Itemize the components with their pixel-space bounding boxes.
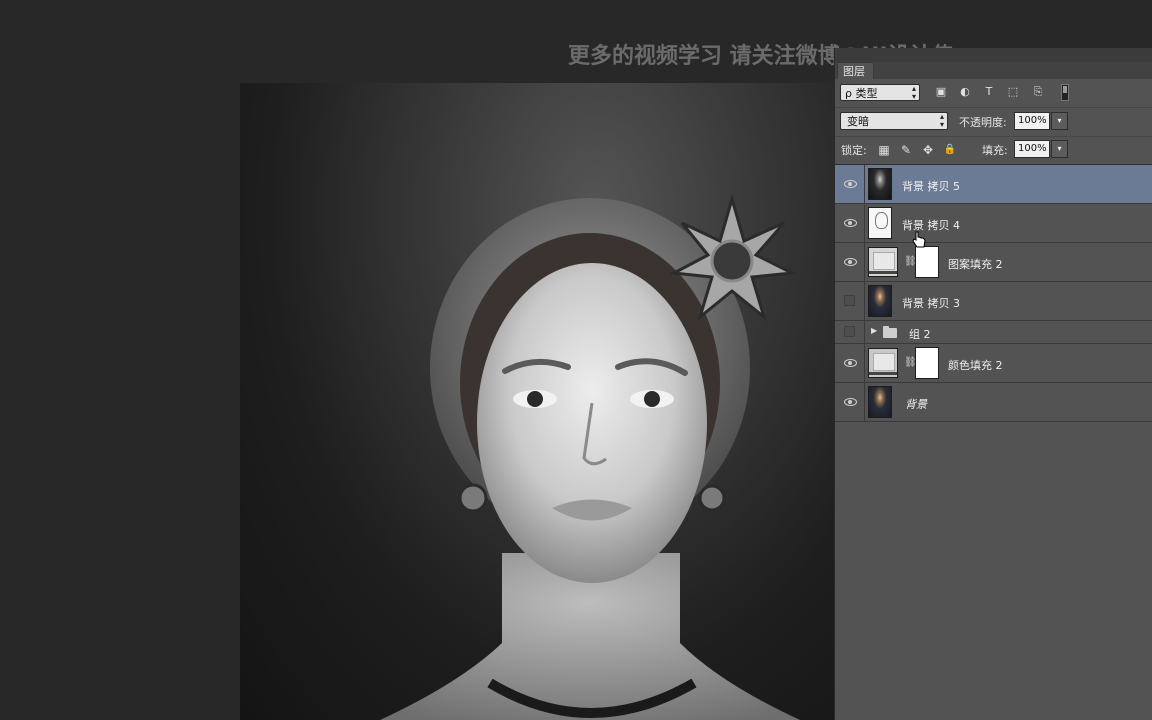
layer-row[interactable]: 背景 拷贝 5 [835,165,1152,204]
layer-name: 背景 拷贝 5 [902,180,960,193]
visibility-off-icon[interactable] [844,326,855,337]
lock-row: 锁定: ▦ ✎ ✥ 🔒 填充: 100% ▾ [835,136,1152,165]
layer-mask-thumbnail[interactable] [915,347,939,379]
opacity-dropdown-icon[interactable]: ▾ [1051,112,1068,130]
visibility-cell[interactable] [835,344,865,382]
visibility-cell[interactable] [835,321,865,343]
lock-label: 锁定: [841,144,867,157]
layer-thumbnail [868,168,892,200]
filter-kind-label: ρ 类型 [845,87,878,100]
lock-transparent-icon[interactable]: ▦ [877,143,891,157]
select-arrows-icon: ▴ ▾ [911,84,916,101]
opacity-input[interactable]: 100% [1014,112,1050,130]
eye-icon[interactable] [844,219,857,227]
eye-icon[interactable] [844,398,857,406]
visibility-cell[interactable] [835,204,865,242]
filter-kind-select[interactable]: ρ 类型 ▴ ▾ [840,84,920,101]
expand-arrow-icon[interactable]: ▶ [871,326,877,335]
blend-mode-select[interactable]: 变暗 ▴ ▾ [840,112,948,130]
layer-thumbnail [868,386,892,418]
visibility-cell[interactable] [835,383,865,421]
link-icon[interactable]: ⛓ [904,255,917,269]
smart-object-filter-icon[interactable]: ⎘ [1031,85,1045,99]
layer-name: 背景 拷贝 3 [902,297,960,310]
fill-label: 填充: [982,144,1008,157]
portrait-illustration [380,193,800,720]
layer-row[interactable]: ⛓ 颜色填充 2 [835,344,1152,383]
blend-mode-value: 变暗 [847,115,869,128]
fill-input[interactable]: 100% [1014,140,1050,158]
eye-icon[interactable] [844,180,857,188]
adjustment-filter-icon[interactable]: ◐ [958,85,972,99]
panel-top-strip [835,48,1152,62]
panel-tab-row [835,62,1152,79]
link-icon[interactable]: ⛓ [904,356,917,370]
fill-dropdown-icon[interactable]: ▾ [1051,140,1068,158]
blend-row: 变暗 ▴ ▾ 不透明度: 100% ▾ [835,108,1152,137]
layer-name: 组 2 [909,328,931,341]
color-fill-thumbnail [868,348,898,378]
layer-row[interactable]: 背景 [835,383,1152,422]
visibility-cell[interactable] [835,243,865,281]
hand-cursor-icon [912,231,926,248]
layer-name: 背景 [905,398,927,411]
image-filter-icon[interactable]: ▣ [934,85,948,99]
text-filter-icon[interactable]: T [982,85,996,99]
opacity-label: 不透明度: [959,116,1007,129]
layer-group-row[interactable]: ▶ 组 2 [835,321,1152,344]
lock-move-icon[interactable]: ✥ [921,143,935,157]
layer-thumbnail [868,285,892,317]
tab-layers[interactable]: 图层 [837,62,874,80]
layer-row[interactable]: 背景 拷贝 3 [835,282,1152,321]
layer-name: 背景 拷贝 4 [902,219,960,232]
eye-icon[interactable] [844,359,857,367]
layer-filter-toolbar: ρ 类型 ▴ ▾ ▣ ◐ T ⬚ ⎘ [835,79,1152,108]
shape-filter-icon[interactable]: ⬚ [1006,85,1020,99]
lock-all-icon[interactable]: 🔒 [943,143,957,157]
visibility-off-icon[interactable] [844,295,855,306]
layer-name: 图案填充 2 [948,258,1003,271]
layer-row[interactable]: 背景 拷贝 4 [835,204,1152,243]
layer-name: 颜色填充 2 [948,359,1003,372]
select-arrows-icon: ▴ ▾ [939,112,944,129]
folder-icon [883,326,897,338]
layer-mask-thumbnail[interactable] [915,246,939,278]
pattern-fill-thumbnail [868,247,898,277]
layer-row[interactable]: ⛓ 图案填充 2 [835,243,1152,282]
layer-thumbnail [868,207,892,239]
canvas-image[interactable] [240,83,834,720]
lock-paint-icon[interactable]: ✎ [899,143,913,157]
layers-panel: 图层 ρ 类型 ▴ ▾ ▣ ◐ T ⬚ ⎘ 变暗 ▴ ▾ 不透明度: 100% ▾ … [834,48,1152,720]
eye-icon[interactable] [844,258,857,266]
visibility-cell[interactable] [835,282,865,320]
visibility-cell[interactable] [835,165,865,203]
filter-toggle-switch[interactable] [1061,84,1069,101]
